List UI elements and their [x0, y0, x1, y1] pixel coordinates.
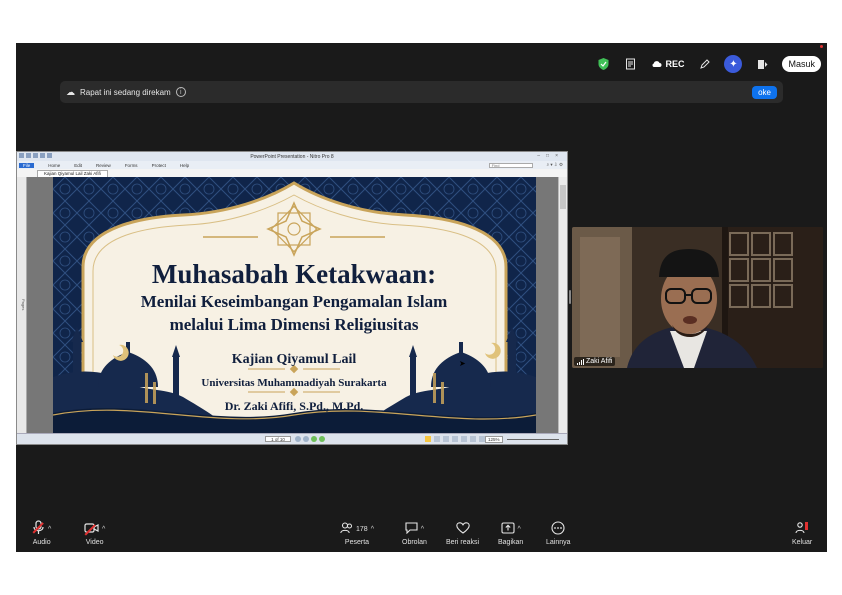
layout-resize-handle[interactable] — [569, 290, 571, 304]
recording-banner: ☁ Rapat ini sedang direkam i oke — [60, 81, 783, 103]
viewer-menu-bar: File Home Edit Review Forms Protect Help… — [17, 161, 567, 169]
audio-button[interactable]: ^ Audio — [32, 520, 51, 546]
apps-icon[interactable] — [754, 56, 770, 72]
viewer-window-title: PowerPoint Presentation - Nitro Pro 8 — [250, 153, 334, 160]
zoom-slider[interactable] — [507, 439, 559, 440]
share-options-chevron-icon[interactable]: ^ — [518, 526, 521, 533]
participant-video-tile[interactable]: Zaki Afifi — [572, 227, 823, 368]
zoom-meeting-window: REC ✦ Masuk ☁ Rapat ini sedang direkam i… — [16, 43, 827, 552]
document-tab[interactable]: Kajian Qiyamul Lail Zaki Afifi — [37, 170, 108, 177]
slide-event-name: Kajian Qiyamul Lail — [232, 352, 357, 367]
info-icon[interactable]: i — [175, 87, 186, 97]
menu-help[interactable]: Help — [180, 163, 189, 168]
slide-subtitle-line-2: melalui Lima Dimensi Religiusitas — [170, 315, 419, 334]
menu-home[interactable]: Home — [48, 163, 60, 168]
participants-button[interactable]: 178 ^ Peserta — [340, 521, 374, 546]
recording-banner-text: Rapat ini sedang direkam — [80, 87, 171, 97]
participants-options-chevron-icon[interactable]: ^ — [371, 526, 374, 533]
viewer-status-bar: 1 of 10 125% — [17, 433, 567, 444]
share-label: Bagikan — [498, 539, 524, 546]
find-input[interactable]: Find — [488, 162, 533, 168]
page-indicator[interactable]: 1 of 10 — [265, 436, 291, 442]
video-label: Video — [85, 539, 104, 546]
participant-video-frame — [572, 227, 823, 368]
meeting-toolbar: ^ Audio ^ Video 178 ^ Peserta ^ Obrolan … — [16, 512, 827, 552]
audio-options-chevron-icon[interactable]: ^ — [48, 526, 51, 533]
chat-options-chevron-icon[interactable]: ^ — [421, 526, 424, 533]
chat-label: Obrolan — [402, 539, 427, 546]
pages-pane[interactable]: Pages — [17, 177, 27, 433]
slide-title: Muhasabah Ketakwaan: — [152, 259, 436, 289]
menu-edit[interactable]: Edit — [74, 163, 82, 168]
ai-companion-icon[interactable]: ✦ — [724, 55, 743, 73]
ok-button[interactable]: oke — [752, 85, 777, 99]
heart-icon — [455, 521, 470, 537]
recording-indicator[interactable]: REC — [651, 59, 684, 69]
notification-dot — [820, 45, 823, 48]
signal-bars-icon — [577, 358, 584, 365]
more-icon — [551, 520, 565, 538]
slide-subtitle-line-1: Menilai Keseimbangan Pengamalan Islam — [141, 292, 447, 311]
menu-forms[interactable]: Forms — [125, 163, 138, 168]
viewer-title-bar: PowerPoint Presentation - Nitro Pro 8 –□… — [17, 152, 567, 161]
cloud-record-icon — [652, 61, 662, 67]
view-mode-controls[interactable] — [425, 436, 485, 442]
slide-institution: Universitas Muhammadiyah Surakarta — [201, 377, 387, 389]
viewer-document-tabs: Kajian Qiyamul Lail Zaki Afifi — [17, 169, 567, 177]
leave-icon — [795, 521, 809, 538]
video-options-chevron-icon[interactable]: ^ — [102, 526, 105, 533]
presentation-slide: Muhasabah Ketakwaan: Menilai Keseimbanga… — [53, 177, 536, 433]
window-controls: –□× — [537, 153, 564, 159]
cloud-icon: ☁ — [66, 86, 75, 97]
slide-speaker: Dr. Zaki Afifi, S.Pd., M.Pd. — [225, 399, 364, 413]
microphone-muted-icon — [32, 520, 45, 538]
menu-file[interactable]: File — [19, 162, 35, 168]
share-button[interactable]: ^ Bagikan — [498, 521, 523, 546]
more-label: Lainnya — [546, 539, 571, 546]
participant-name: Zaki Afifi — [586, 358, 613, 365]
participants-label: Peserta — [344, 539, 370, 546]
menu-protect[interactable]: Protect — [152, 163, 166, 168]
vertical-scrollbar[interactable] — [558, 177, 567, 433]
viewer-document-area: Pages Muhasabah Ketakwaan: Menilai Kesei… — [17, 177, 567, 433]
audio-label: Audio — [32, 539, 51, 546]
chat-icon — [405, 521, 418, 537]
reactions-button[interactable]: Beri reaksi — [446, 521, 479, 546]
pen-icon[interactable] — [696, 56, 712, 72]
leave-button[interactable]: Keluar — [792, 521, 812, 546]
video-button[interactable]: ^ Video — [84, 521, 105, 546]
chat-button[interactable]: ^ Obrolan — [402, 521, 427, 546]
scrollbar-thumb[interactable] — [560, 185, 566, 209]
share-screen-icon — [500, 521, 515, 537]
participants-count: 178 — [356, 525, 368, 533]
mouse-cursor-icon: ➤ — [459, 359, 466, 368]
zoom-level[interactable]: 125% — [485, 436, 503, 443]
reactions-label: Beri reaksi — [446, 539, 480, 546]
shared-screen: PowerPoint Presentation - Nitro Pro 8 –□… — [16, 151, 568, 445]
camera-off-icon — [84, 522, 99, 537]
rec-label: REC — [665, 59, 685, 69]
page-nav-controls[interactable] — [295, 436, 325, 442]
quick-access-toolbar — [19, 153, 52, 158]
participants-icon — [340, 521, 353, 537]
notes-icon[interactable] — [623, 56, 639, 72]
top-control-bar: REC ✦ Masuk — [595, 45, 823, 75]
shield-icon[interactable] — [595, 56, 611, 72]
signin-button[interactable]: Masuk — [782, 56, 821, 72]
leave-label: Keluar — [792, 539, 813, 546]
slide-artwork: Muhasabah Ketakwaan: Menilai Keseimbanga… — [53, 177, 536, 433]
menu-review[interactable]: Review — [96, 163, 111, 168]
search-icon[interactable]: ⌕ ▾ ⇩ ⚙ — [547, 162, 563, 168]
more-button[interactable]: Lainnya — [546, 520, 571, 546]
participant-name-tag: Zaki Afifi — [574, 357, 616, 366]
